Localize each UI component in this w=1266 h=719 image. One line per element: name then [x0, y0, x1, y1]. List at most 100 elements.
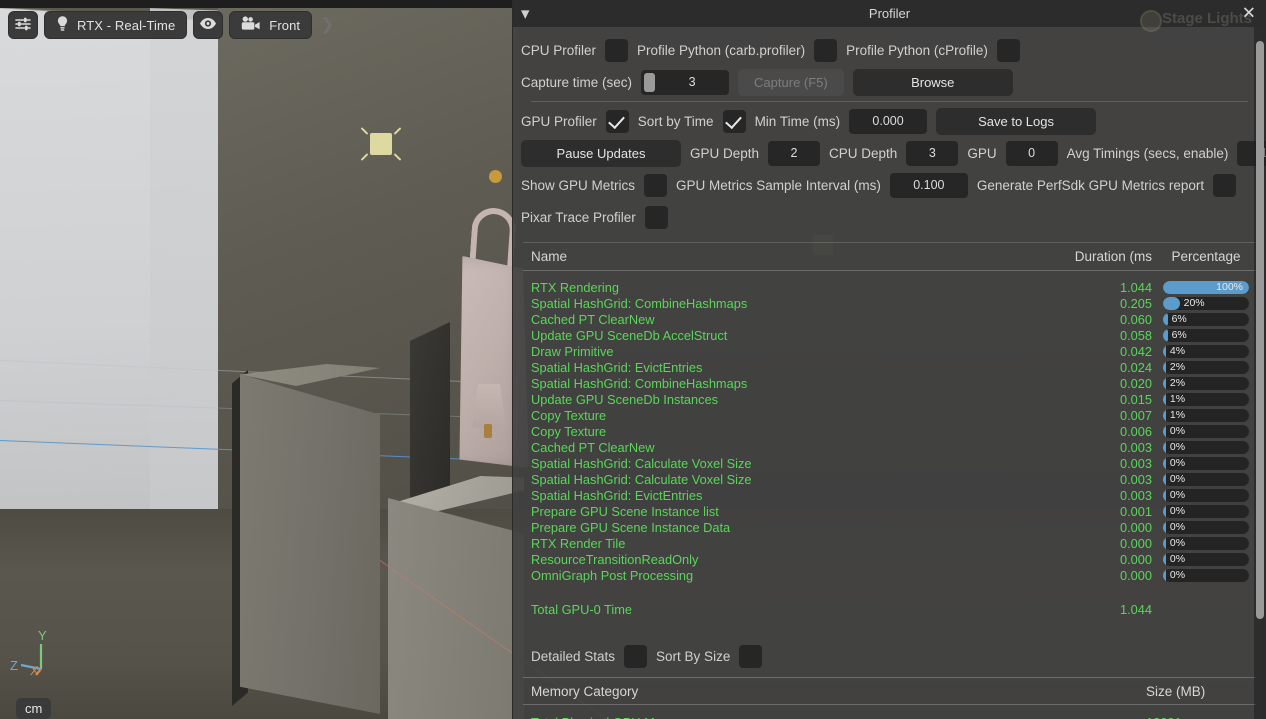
gpu-index-input[interactable]: 0 [1005, 140, 1058, 166]
row-duration: 0.003 [1119, 455, 1152, 471]
gpu-metrics-interval-label: GPU Metrics Sample Interval (ms) [676, 177, 881, 193]
chevron-right-icon[interactable]: ❯ [318, 15, 334, 35]
percentage-bar: 6% [1163, 328, 1249, 342]
table-row[interactable]: ResourceTransitionReadOnly 0.000 0% [523, 551, 1256, 567]
pause-updates-button[interactable]: Pause Updates [521, 139, 681, 167]
row-percentage-cell: 1% [1156, 392, 1256, 406]
cpu-depth-label: CPU Depth [829, 145, 898, 161]
row-percentage-cell: 0% [1156, 488, 1256, 502]
control-row-depth: Pause Updates GPU Depth 2 CPU Depth 3 GP… [521, 138, 1266, 168]
table-row[interactable]: Prepare GPU Scene Instance Data 0.000 0% [523, 519, 1256, 535]
percentage-label: 0% [1169, 440, 1186, 453]
min-time-input[interactable]: 0.000 [849, 108, 928, 134]
pedestal-right[interactable] [388, 498, 524, 719]
column-header-duration[interactable]: Duration (ms [1046, 249, 1156, 264]
render-mode-button[interactable]: RTX - Real-Time [44, 11, 188, 39]
table-row[interactable]: Copy Texture 0.006 0% [523, 423, 1256, 439]
capture-time-input[interactable]: 3 [641, 69, 730, 95]
percentage-label: 1% [1169, 408, 1186, 421]
generate-perfsdk-checkbox[interactable] [1213, 173, 1237, 197]
row-percentage-cell: 4% [1156, 344, 1256, 358]
column-header-size[interactable]: Size (MB) [1146, 684, 1256, 699]
row-duration: 0.001 [1119, 503, 1152, 519]
percentage-bar-fill [1163, 360, 1167, 374]
table-row[interactable]: Draw Primitive 0.042 4% [523, 343, 1256, 359]
cpu-profiler-checkbox[interactable] [605, 38, 629, 62]
memory-table-row[interactable]: Total Physical GPU Memory12091 [523, 714, 1256, 719]
svg-text:Z: Z [10, 658, 18, 673]
cpu-depth-input[interactable]: 3 [906, 140, 959, 166]
table-row[interactable]: Copy Texture 0.007 1% [523, 407, 1256, 423]
table-row[interactable]: RTX Rendering 1.044 100% [523, 279, 1256, 295]
save-to-logs-button[interactable]: Save to Logs [936, 107, 1097, 135]
table-row[interactable]: Update GPU SceneDb Instances 0.015 1% [523, 391, 1256, 407]
pixar-trace-label: Pixar Trace Profiler [521, 209, 636, 225]
table-row[interactable]: Update GPU SceneDb AccelStruct 0.058 6% [523, 327, 1256, 343]
profiler-scrollbar[interactable] [1254, 27, 1266, 719]
close-icon[interactable]: ✕ [1242, 5, 1256, 22]
profiler-titlebar[interactable]: ▼ Profiler Stage Lights ✕ [513, 0, 1266, 32]
percentage-bar: 0% [1163, 520, 1249, 534]
table-row[interactable]: Spatial HashGrid: EvictEntries 0.024 2% [523, 359, 1256, 375]
table-row[interactable]: OmniGraph Post Processing 0.000 0% [523, 567, 1256, 583]
percentage-bar: 0% [1163, 472, 1249, 486]
gpu-depth-input[interactable]: 2 [768, 140, 821, 166]
gpu-metrics-interval-input[interactable]: 0.100 [889, 172, 968, 198]
table-row[interactable]: Spatial HashGrid: Calculate Voxel Size 0.… [523, 455, 1256, 471]
light-gizmo[interactable] [360, 127, 402, 161]
table-row[interactable]: Spatial HashGrid: Calculate Voxel Size 0.… [523, 471, 1256, 487]
control-row-cpu: CPU Profiler Profile Python (carb.profil… [521, 35, 1258, 65]
row-percentage-cell: 2% [1156, 360, 1256, 374]
table-row[interactable]: Cached PT ClearNew 0.003 0% [523, 439, 1256, 455]
percentage-label: 0% [1169, 456, 1186, 469]
gpu-index-label: GPU [967, 145, 997, 161]
percentage-label: 2% [1169, 376, 1186, 389]
pedestal-front[interactable] [240, 374, 380, 714]
row-duration: 0.058 [1119, 327, 1152, 343]
percentage-bar-fill [1163, 456, 1167, 470]
table-row[interactable]: Spatial HashGrid: CombineHashmaps 0.020 2% [523, 375, 1256, 391]
pixar-trace-checkbox[interactable] [644, 205, 668, 229]
table-row[interactable]: Prepare GPU Scene Instance list 0.001 0% [523, 503, 1256, 519]
camera-button[interactable]: Front [229, 11, 313, 39]
row-name: Spatial HashGrid: EvictEntries [531, 359, 703, 375]
collapse-icon[interactable]: ▼ [521, 7, 529, 20]
sort-by-time-checkbox[interactable] [722, 109, 746, 133]
detailed-stats-label: Detailed Stats [531, 648, 616, 664]
profiler-scrollbar-thumb[interactable] [1256, 41, 1264, 619]
show-gpu-metrics-checkbox[interactable] [644, 173, 668, 197]
column-header-percentage[interactable]: Percentage [1156, 249, 1256, 264]
table-row[interactable]: Spatial HashGrid: EvictEntries 0.003 0% [523, 487, 1256, 503]
profile-python-cprofile-checkbox[interactable] [996, 38, 1020, 62]
percentage-bar: 0% [1163, 536, 1249, 550]
drag-handle-icon[interactable] [644, 72, 656, 92]
viewport-visibility-button[interactable] [193, 11, 224, 39]
percentage-bar-fill [1163, 568, 1167, 582]
profile-python-carb-checkbox[interactable] [814, 38, 838, 62]
browse-button[interactable]: Browse [852, 68, 1013, 96]
axis-gizmo[interactable]: Y Z X [8, 627, 78, 685]
gpu-profiler-checkbox[interactable] [605, 109, 629, 133]
table-row[interactable]: Cached PT ClearNew 0.060 6% [523, 311, 1256, 327]
row-name: Spatial HashGrid: Calculate Voxel Size [531, 455, 752, 471]
percentage-bar: 0% [1163, 456, 1249, 470]
capture-button[interactable]: Capture (F5) [738, 68, 844, 96]
sort-by-size-checkbox[interactable] [739, 644, 763, 668]
percentage-bar: 0% [1163, 440, 1249, 454]
table-row[interactable]: Spatial HashGrid: CombineHashmaps 0.205 20… [523, 295, 1256, 311]
gpu-depth-label: GPU Depth [690, 145, 760, 161]
viewport-settings-button[interactable] [8, 11, 38, 39]
column-header-name[interactable]: Name [523, 249, 1046, 264]
percentage-label: 0% [1169, 472, 1186, 485]
camera-icon [241, 16, 261, 34]
table-row[interactable]: RTX Render Tile 0.000 0% [523, 535, 1256, 551]
column-header-memory-category[interactable]: Memory Category [523, 684, 1146, 699]
detailed-stats-checkbox[interactable] [624, 644, 648, 668]
percentage-bar-fill [1163, 392, 1167, 406]
eye-icon [199, 17, 217, 33]
percentage-bar: 20% [1163, 296, 1249, 310]
unit-badge[interactable]: cm [16, 698, 52, 719]
row-duration: 0.003 [1119, 439, 1152, 455]
cpu-profiler-label: CPU Profiler [521, 42, 597, 58]
memory-table-rows: Total Physical GPU Memory12091Other Reso… [523, 705, 1256, 719]
